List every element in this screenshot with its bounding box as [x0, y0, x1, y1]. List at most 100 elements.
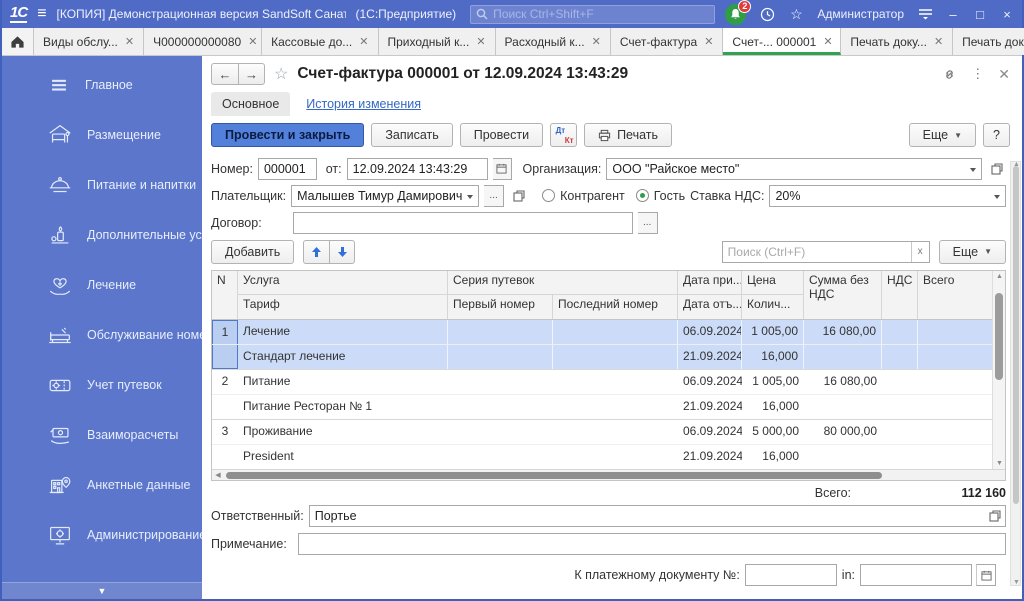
tab-schet-faktura[interactable]: Счет-фактура ✕ [610, 28, 724, 55]
table-row-2[interactable]: 2 Питание 06.09.2024 1 005,00 16 080,00 … [212, 370, 1005, 420]
close-icon[interactable]: ✕ [934, 35, 943, 48]
chevron-down-icon [994, 194, 1000, 199]
notifications-bell-icon[interactable]: 2 [725, 0, 752, 25]
move-down-button[interactable] [329, 239, 356, 264]
payment-calendar-button[interactable] [976, 564, 996, 586]
note-field[interactable] [297, 532, 1006, 555]
radio-kontragent[interactable] [542, 189, 556, 202]
payer-choose-button[interactable]: ... [484, 184, 505, 207]
back-button[interactable]: ← [211, 63, 238, 85]
close-icon[interactable]: ✕ [823, 35, 832, 48]
table-horizontal-scrollbar[interactable]: ◀ [212, 469, 1005, 480]
responsible-field[interactable]: Портье [308, 504, 1006, 527]
h-scroll-thumb[interactable] [226, 471, 883, 479]
housekeeping-icon [49, 327, 71, 344]
close-icon[interactable]: ✕ [359, 35, 368, 48]
table-more-button[interactable]: Еще ▼ [938, 239, 1006, 264]
tab-pechat-2[interactable]: Печать доку...✕ [953, 28, 1024, 55]
sidebar-scroll-down[interactable]: ▼ [2, 582, 202, 599]
v-scroll-thumb[interactable] [995, 293, 1003, 381]
add-row-button[interactable]: Добавить [211, 239, 295, 264]
scroll-down-icon[interactable]: ▼ [996, 460, 1003, 467]
favorites-star-icon[interactable]: ☆ [788, 6, 804, 22]
payer-open-icon[interactable] [509, 185, 529, 207]
sidebar-item-uchet-putevok[interactable]: Учет путевок [2, 360, 202, 410]
close-icon[interactable]: ✕ [592, 35, 601, 48]
tab-schet-000001-active[interactable]: Счет-... 000001 ✕ [723, 28, 842, 55]
sidebar-item-glavnoe[interactable]: Главное [2, 60, 202, 110]
radio-gost-label[interactable]: Гость [654, 189, 685, 203]
clear-search-icon[interactable]: x [910, 241, 929, 262]
responsible-open-icon[interactable] [985, 506, 1005, 526]
close-icon[interactable]: ✕ [476, 35, 485, 48]
sidebar-item-obsluzhivanie[interactable]: Обслуживание номеров [2, 310, 227, 360]
organization-open-icon[interactable] [987, 158, 1006, 180]
help-button[interactable]: ? [983, 123, 1010, 147]
vat-rate-combo[interactable]: 20% [769, 184, 1006, 207]
payments-icon [50, 427, 70, 444]
table-vertical-scrollbar[interactable]: ▲ ▼ [992, 271, 1005, 469]
save-button[interactable]: Записать [371, 123, 453, 147]
payment-number-field[interactable] [744, 564, 837, 586]
tab-vidy-obslug[interactable]: Виды обслу... ✕ [34, 28, 145, 55]
tab-rashodny[interactable]: Расходный к... ✕ [495, 28, 611, 55]
sidebar-item-razmeshchenie[interactable]: Размещение [2, 110, 202, 160]
tab-kassovye[interactable]: Кассовые до... ✕ [262, 28, 379, 55]
close-icon[interactable]: ✕ [125, 35, 134, 48]
scroll-up-icon[interactable]: ▲ [996, 273, 1003, 280]
post-and-close-button[interactable]: Провести и закрыть [211, 123, 365, 147]
more-menu-icon[interactable]: ⋮ [971, 66, 984, 82]
number-field[interactable]: 000001 [257, 157, 317, 180]
contract-label: Договор: [211, 215, 262, 230]
radio-gost[interactable] [635, 189, 649, 202]
tab-ch0000[interactable]: Ч000000000080 ✕ [144, 28, 263, 55]
search-icon [476, 8, 488, 20]
payer-combo[interactable]: Малышев Тимур Дамирович [291, 184, 480, 207]
sidebar-item-dop-uslugi[interactable]: Дополнительные услуги [2, 210, 227, 260]
form-scroll-thumb[interactable] [1012, 166, 1019, 505]
history-icon[interactable] [759, 6, 775, 22]
minimize-button[interactable]: – [946, 7, 960, 22]
global-search-input[interactable]: Поиск Ctrl+Shift+F [470, 4, 716, 24]
dtkt-postings-button[interactable]: Дт Кт [550, 123, 578, 147]
sidebar-item-anketnye[interactable]: Анкетные данные [2, 460, 202, 510]
sidebar-item-administrirovanie[interactable]: Администрирование [2, 510, 206, 560]
org-label: Организация: [522, 161, 602, 176]
get-link-icon[interactable] [942, 67, 957, 82]
scroll-down-icon[interactable]: ▼ [1013, 579, 1020, 586]
service-menu-icon[interactable] [917, 6, 933, 22]
home-tab[interactable] [2, 28, 34, 55]
post-button[interactable]: Провести [459, 123, 544, 147]
favorite-star-icon[interactable]: ☆ [274, 64, 288, 84]
contract-choose-button[interactable]: ... [637, 211, 658, 234]
date-calendar-button[interactable] [492, 157, 512, 180]
tab-istoria-izmeneniya[interactable]: История изменения [306, 97, 421, 111]
scroll-left-icon[interactable]: ◀ [212, 471, 224, 479]
sidebar-item-pitanie[interactable]: Питание и напитки [2, 160, 202, 210]
radio-kontragent-label[interactable]: Контрагент [560, 189, 625, 203]
maximize-button[interactable]: □ [973, 7, 987, 22]
current-user[interactable]: Администратор [817, 7, 904, 21]
table-search-input[interactable]: Поиск (Ctrl+F) x [721, 240, 930, 263]
forward-button[interactable]: → [238, 63, 265, 85]
close-form-icon[interactable]: ✕ [998, 66, 1010, 83]
date-field[interactable]: 12.09.2024 13:43:29 [346, 157, 488, 180]
close-window-button[interactable]: × [1000, 7, 1014, 22]
print-button[interactable]: Печать [584, 123, 673, 147]
table-row-3[interactable]: 3 Проживание 06.09.2024 5 000,00 80 000,… [212, 420, 1005, 469]
tab-osnovnoe[interactable]: Основное [211, 91, 291, 116]
more-button[interactable]: Еще ▼ [908, 123, 976, 147]
payment-date-field[interactable] [860, 564, 972, 586]
sidebar-item-vzaimoraschety[interactable]: Взаиморасчеты [2, 410, 202, 460]
sidebar-item-lechenie[interactable]: Лечение [2, 260, 202, 310]
main-menu-icon[interactable]: ≡ [37, 6, 46, 22]
move-up-button[interactable] [303, 239, 330, 264]
tab-prihodny[interactable]: Приходный к... ✕ [378, 28, 496, 55]
contract-field[interactable] [292, 211, 633, 234]
tab-pechat-1[interactable]: Печать доку... ✕ [841, 28, 954, 55]
close-icon[interactable]: ✕ [704, 35, 713, 48]
organization-combo[interactable]: ООО "Райское место" [606, 157, 983, 180]
close-icon[interactable]: ✕ [248, 35, 257, 48]
table-row-1[interactable]: 1 Лечение 06.09.2024 1 005,00 16 080,00 … [212, 320, 1005, 370]
form-vertical-scrollbar[interactable]: ▲ ▼ [1010, 161, 1021, 586]
